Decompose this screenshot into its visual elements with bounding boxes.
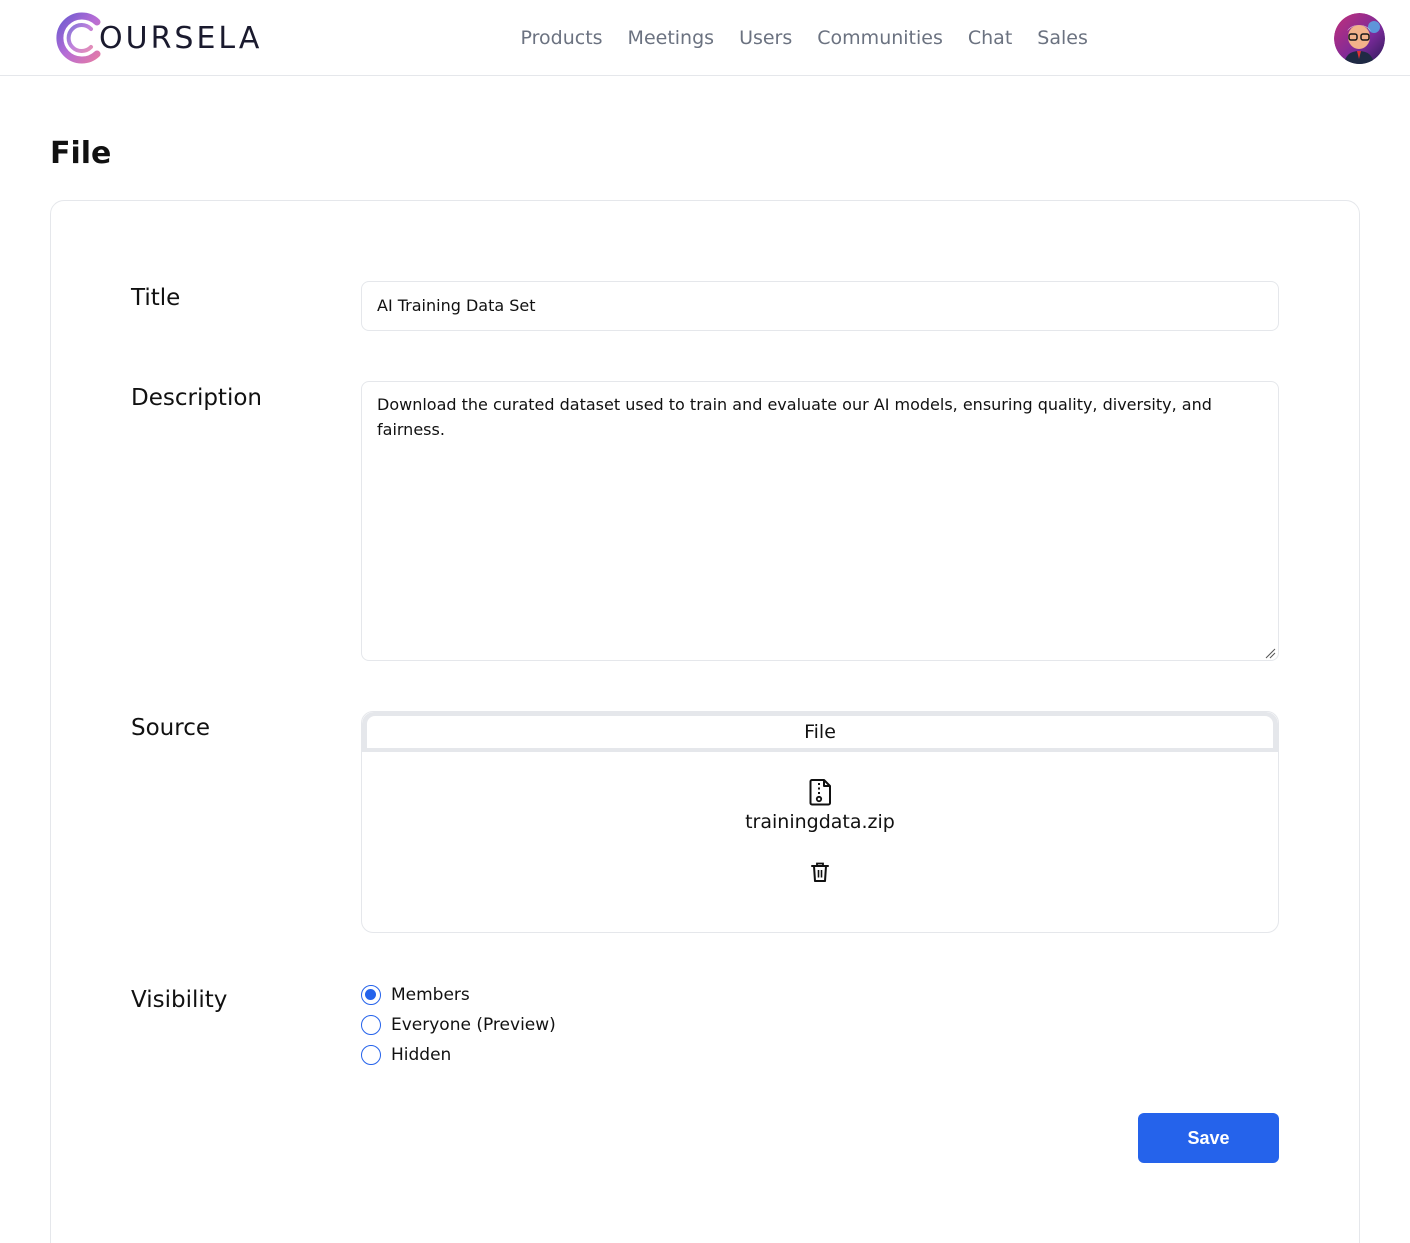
visibility-option-hidden[interactable]: Hidden [361, 1040, 556, 1070]
radio-button[interactable] [361, 1015, 381, 1035]
radio-label: Hidden [391, 1045, 452, 1065]
nav-item-chat[interactable]: Chat [968, 26, 1012, 50]
radio-button[interactable] [361, 985, 381, 1005]
top-header: OURSELA Products Meetings Users Communit… [0, 0, 1410, 76]
zip-file-icon [809, 779, 831, 806]
nav-item-products[interactable]: Products [521, 26, 603, 50]
trash-icon[interactable] [810, 861, 830, 883]
radio-button[interactable] [361, 1045, 381, 1065]
page-title: File [50, 136, 112, 171]
radio-label: Members [391, 985, 470, 1005]
tab-file[interactable]: File [367, 716, 1273, 748]
visibility-option-members[interactable]: Members [361, 980, 556, 1010]
logo-text: OURSELA [99, 20, 263, 56]
source-file-name: trainingdata.zip [745, 811, 895, 833]
title-label: Title [131, 285, 181, 311]
nav-item-communities[interactable]: Communities [817, 26, 943, 50]
description-label: Description [131, 385, 262, 411]
visibility-radio-group: Members Everyone (Preview) Hidden [361, 980, 556, 1070]
nav-item-meetings[interactable]: Meetings [628, 26, 715, 50]
resize-grip-icon[interactable] [1264, 647, 1276, 659]
visibility-label: Visibility [131, 987, 228, 1013]
logo-c-icon [56, 12, 101, 64]
main-nav: Products Meetings Users Communities Chat… [508, 26, 1100, 50]
nav-item-users[interactable]: Users [739, 26, 792, 50]
coursela-logo[interactable]: OURSELA [51, 12, 262, 64]
radio-label: Everyone (Preview) [391, 1015, 556, 1035]
user-avatar[interactable] [1334, 13, 1385, 64]
nav-item-sales[interactable]: Sales [1037, 26, 1088, 50]
visibility-option-everyone[interactable]: Everyone (Preview) [361, 1010, 556, 1040]
description-textarea[interactable]: Download the curated dataset used to tra… [361, 381, 1279, 661]
source-tab-bar: File [362, 712, 1278, 752]
save-button[interactable]: Save [1138, 1113, 1279, 1163]
source-label: Source [131, 715, 210, 741]
title-input[interactable]: AI Training Data Set [361, 281, 1279, 331]
source-panel: File trainingdata.zip [361, 711, 1279, 933]
